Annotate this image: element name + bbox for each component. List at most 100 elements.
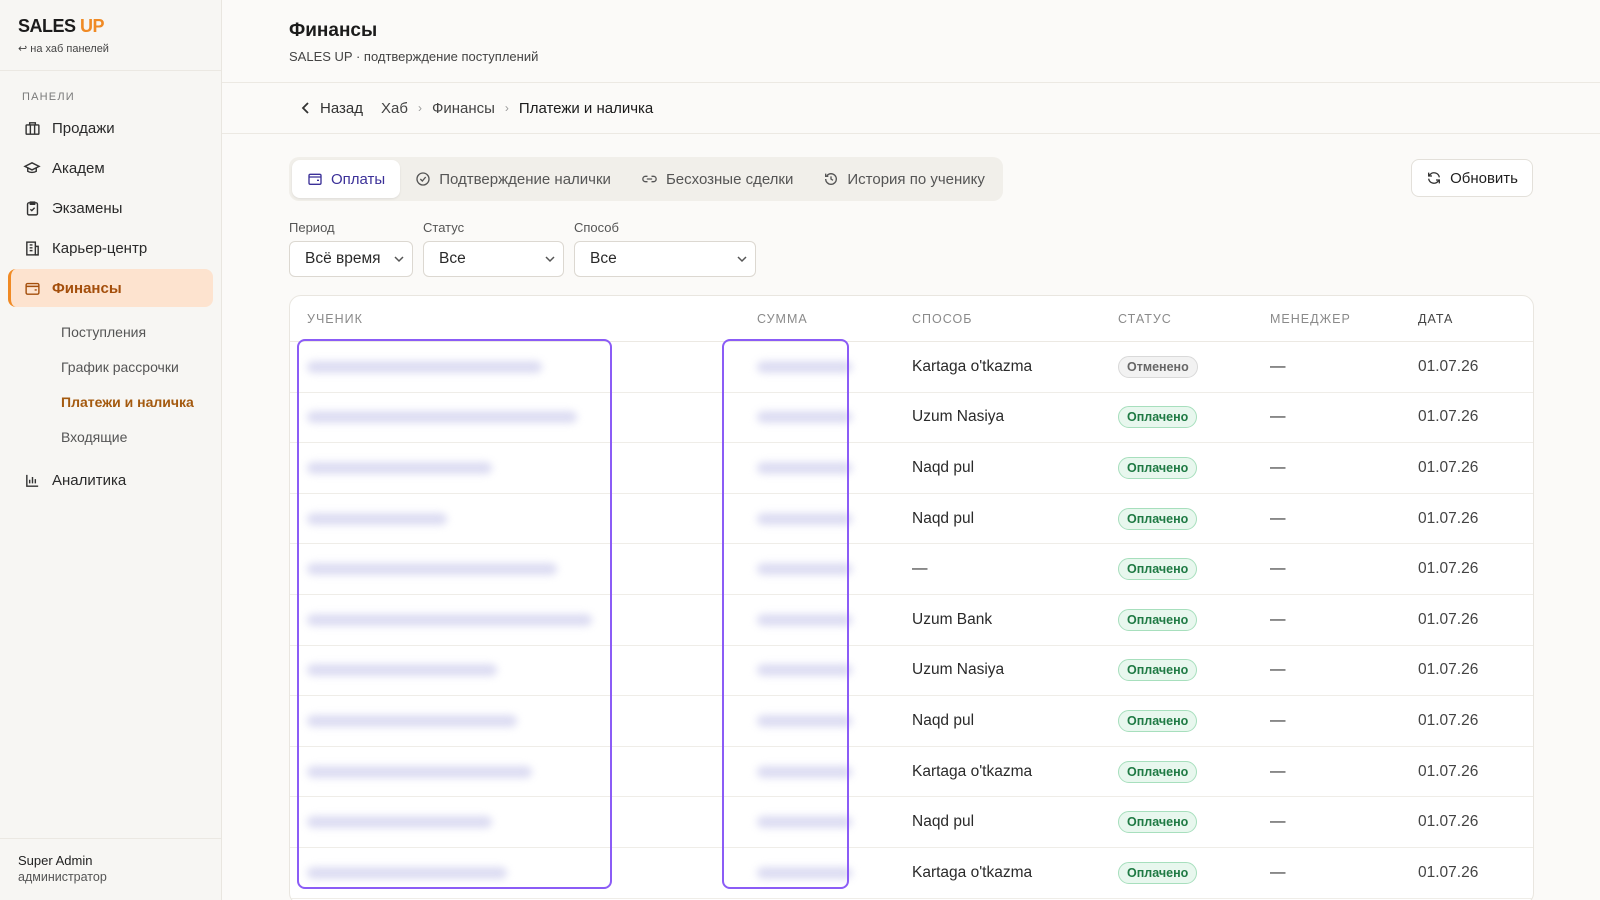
refresh-button[interactable]: Обновить [1411, 159, 1533, 197]
method-cell: Uzum Bank [912, 610, 993, 628]
date-cell: 01.07.26 [1418, 357, 1479, 375]
status-badge: Оплачено [1118, 558, 1198, 581]
redacted-amount [757, 461, 852, 474]
redacted-amount [757, 866, 852, 879]
manager-cell: — [1270, 711, 1286, 729]
date-cell: 01.07.26 [1418, 509, 1479, 527]
status-badge: Оплачено [1118, 659, 1198, 682]
link-icon [642, 175, 657, 183]
building-icon [22, 238, 42, 258]
status-cell: Оплачено [1118, 406, 1270, 429]
hub-link[interactable]: ↩ на хаб панелей [18, 42, 203, 55]
user-profile[interactable]: Super Admin администратор [0, 838, 221, 900]
breadcrumb-finance[interactable]: Финансы [432, 100, 495, 117]
manager-cell: — [1270, 813, 1286, 831]
graduation-cap-icon [22, 158, 42, 178]
filter-method-label: Способ [574, 220, 619, 235]
table-row[interactable]: Uzum Bank Оплачено — 01.07.26 [290, 595, 1533, 646]
table-row[interactable]: Kartaga o'tkazma Оплачено — 01.07.26 [290, 747, 1533, 798]
table-row[interactable]: Naqd pul Оплачено — 01.07.26 [290, 797, 1533, 848]
subnav-item-payments-cash[interactable]: Платежи и наличка [61, 385, 213, 420]
column-amount[interactable]: СУММА [740, 312, 912, 326]
breadcrumb-current: Платежи и наличка [518, 99, 654, 117]
column-manager[interactable]: МЕНЕДЖЕР [1270, 312, 1418, 326]
column-student[interactable]: УЧЕНИК [290, 312, 740, 326]
breadcrumb: Назад Хаб › Финансы › Платежи и наличка [222, 83, 1600, 134]
tab-orphan-deals[interactable]: Бесхозные сделки [626, 160, 808, 198]
redacted-student-name [307, 411, 577, 424]
tab-payments[interactable]: Оплаты [292, 160, 401, 198]
method-select[interactable]: Все [574, 241, 756, 277]
main-content: Финансы SALES UP · подтверждение поступл… [222, 0, 1600, 900]
method-cell: Naqd pul [912, 711, 975, 729]
filter-status-label: Статус [423, 220, 465, 235]
redacted-amount [757, 411, 852, 424]
panels-section-title: ПАНЕЛИ [22, 91, 75, 103]
logo: SALES UP [18, 16, 105, 36]
period-select[interactable]: Всё время [289, 241, 413, 277]
tab-cash-confirmation[interactable]: Подтверждение налички [400, 160, 626, 198]
subnav-item-receipts[interactable]: Поступления [61, 315, 213, 350]
filters: Период Всё время Статус Все Способ Все [289, 220, 756, 277]
status-cell: Оплачено [1118, 456, 1270, 479]
tab-student-history[interactable]: История по ученику [808, 160, 1000, 198]
sidebar-item-analytics[interactable]: Аналитика [8, 461, 213, 499]
manager-cell: — [1270, 610, 1286, 628]
table-row[interactable]: Naqd pul Оплачено — 01.07.26 [290, 696, 1533, 747]
sidebar: SALES UP ↩ на хаб панелей ПАНЕЛИ Продажи… [0, 0, 222, 900]
redacted-amount [757, 563, 852, 576]
back-button[interactable]: Назад [301, 100, 363, 117]
student-cell [290, 461, 740, 474]
filter-period: Период Всё время [289, 220, 413, 277]
table-row[interactable]: Uzum Nasiya Оплачено — 01.07.26 [290, 646, 1533, 697]
status-select[interactable]: Все [423, 241, 564, 277]
redacted-student-name [307, 512, 447, 525]
redacted-student-name [307, 866, 507, 879]
table-row[interactable]: Naqd pul Оплачено — 01.07.26 [290, 443, 1533, 494]
status-badge: Оплачено [1118, 861, 1198, 884]
sidebar-item-academ[interactable]: Академ [8, 149, 213, 187]
status-badge: Оплачено [1118, 507, 1198, 530]
status-cell: Оплачено [1118, 760, 1270, 783]
chevron-down-icon [394, 256, 404, 263]
method-cell: Naqd pul [912, 813, 975, 831]
redacted-student-name [307, 613, 592, 626]
table-body: Kartaga o'tkazma Отменено —01.07.26 Uzum Na… [290, 342, 1533, 899]
chevron-left-icon [301, 102, 309, 114]
chevron-right-icon: › [504, 101, 509, 115]
table-row[interactable]: — Оплачено — 01.07.26 [290, 544, 1533, 595]
amount-cell [740, 664, 912, 677]
amount-cell [740, 360, 912, 373]
subnav-item-installments[interactable]: График рассрочки [61, 350, 213, 385]
status-cell: Оплачено [1118, 608, 1270, 631]
student-cell [290, 866, 740, 879]
date-cell: 01.07.26 [1418, 661, 1479, 679]
table-row[interactable]: Kartaga o'tkazma Отменено — 01.07.26 [290, 342, 1533, 393]
status-badge: Оплачено [1118, 456, 1198, 479]
table-row[interactable]: Kartaga o'tkazma Оплачено — 01.07.26 [290, 848, 1533, 899]
redacted-student-name [307, 664, 497, 677]
student-cell [290, 816, 740, 829]
table-row[interactable]: Naqd pul Оплачено — 01.07.26 [290, 494, 1533, 545]
sidebar-item-finance[interactable]: Финансы [8, 269, 213, 307]
sidebar-item-exams[interactable]: Экзамены [8, 189, 213, 227]
method-cell: Uzum Nasiya [912, 408, 1005, 426]
sidebar-item-sales[interactable]: Продажи [8, 109, 213, 147]
column-date[interactable]: ДАТА [1418, 312, 1533, 326]
subnav-item-incoming[interactable]: Входящие [61, 420, 213, 455]
column-status[interactable]: СТАТУС [1118, 312, 1270, 326]
table-row[interactable]: Uzum Nasiya Оплачено — 01.07.26 [290, 393, 1533, 444]
student-cell [290, 664, 740, 677]
method-cell: Naqd pul [912, 458, 975, 476]
status-cell: Оплачено [1118, 659, 1270, 682]
date-cell: 01.07.26 [1418, 408, 1479, 426]
column-method[interactable]: СПОСОБ [912, 312, 1118, 326]
page-subtitle: SALES UP · подтверждение поступлений [289, 49, 539, 64]
sidebar-item-career[interactable]: Карьер-центр [8, 229, 213, 267]
breadcrumb-hub[interactable]: Хаб [381, 100, 408, 117]
student-cell [290, 360, 740, 373]
status-cell: Оплачено [1118, 861, 1270, 884]
refresh-icon [1428, 172, 1441, 184]
filter-status: Статус Все [423, 220, 564, 277]
chevron-right-icon: › [417, 101, 422, 115]
